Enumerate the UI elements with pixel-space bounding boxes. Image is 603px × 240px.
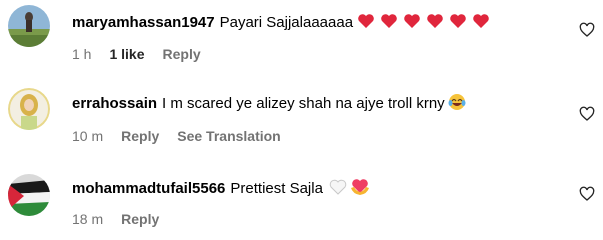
comment-body: mohammadtufail5566 Prettiest Sajla — [72, 178, 370, 202]
comment-meta: 10 m Reply See Translation — [72, 127, 299, 145]
username[interactable]: errahossain — [72, 95, 157, 112]
reply-button[interactable]: Reply — [121, 211, 159, 227]
comment-1: maryamhassan1947 Payari Sajjalaaaaaa 1 h1… — [0, 0, 603, 80]
laughing-emoji — [448, 93, 466, 117]
avatar[interactable] — [8, 5, 50, 47]
timestamp: 18 m — [72, 211, 104, 227]
avatar[interactable] — [8, 174, 50, 216]
heart-icon[interactable] — [579, 22, 595, 38]
comment-2: errahossain I m scared ye alizey shah na … — [0, 80, 603, 160]
timestamp: 1 h — [72, 46, 92, 62]
comment-meta: 1 h 1 like Reply — [72, 45, 219, 63]
comment-body: errahossain I m scared ye alizey shah na … — [72, 93, 466, 117]
heart-icon[interactable] — [579, 106, 595, 122]
heart-icon[interactable] — [579, 186, 595, 202]
hearts-emoji — [357, 12, 491, 36]
comment-body: maryamhassan1947 Payari Sajjalaaaaaa — [72, 12, 491, 36]
reply-button[interactable]: Reply — [163, 46, 201, 62]
comment-text: Prettiest Sajla — [230, 180, 323, 197]
username[interactable]: maryamhassan1947 — [72, 14, 215, 31]
white-heart-emoji — [329, 178, 347, 202]
likes-count[interactable]: 1 like — [109, 46, 144, 62]
username[interactable]: mohammadtufail5566 — [72, 180, 225, 197]
avatar[interactable] — [8, 88, 50, 130]
heart-hands-emoji — [350, 178, 370, 202]
see-translation-button[interactable]: See Translation — [177, 128, 280, 144]
reply-button[interactable]: Reply — [121, 128, 159, 144]
comment-meta: 18 m Reply — [72, 210, 177, 228]
comment-3: mohammadtufail5566 Prettiest Sajla 18 m Re… — [0, 160, 603, 240]
comment-text: Payari Sajjalaaaaaa — [219, 14, 354, 31]
timestamp: 10 m — [72, 128, 104, 144]
comment-text: I m scared ye alizey shah na ajye troll … — [162, 95, 445, 112]
